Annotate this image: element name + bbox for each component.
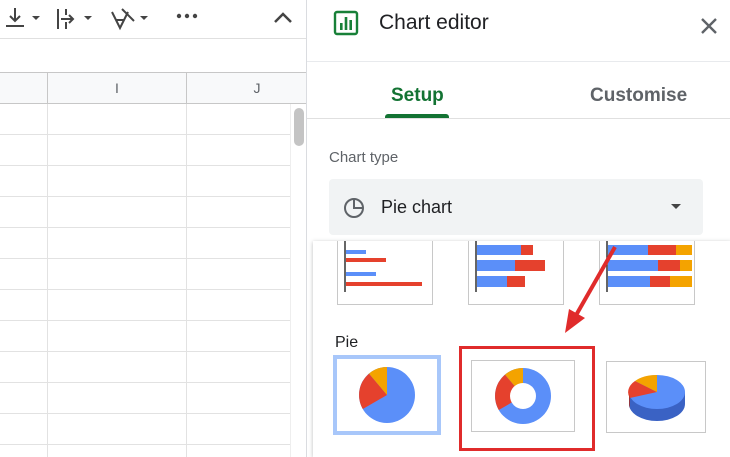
chart-type-label: Chart type: [329, 149, 399, 166]
pie-section-title: Pie: [335, 334, 359, 351]
cell-grid[interactable]: [0, 104, 290, 457]
3d-pie-chart-thumbnail: [628, 374, 685, 421]
chart-type-select[interactable]: Pie chart: [329, 179, 703, 235]
vertical-align-button[interactable]: [2, 4, 46, 34]
editor-title: Chart editor: [379, 11, 489, 34]
tab-customise[interactable]: Customise: [590, 85, 687, 107]
100-percent-stacked-bar-chart-option[interactable]: [599, 241, 695, 305]
column-header-row: I J: [0, 73, 306, 104]
stacked-bar-chart-thumbnail: [475, 241, 545, 292]
text-rotation-icon: [111, 8, 148, 31]
collapse-toolbar-button[interactable]: [268, 4, 298, 34]
pie-chart-thumbnail: [359, 367, 415, 423]
stacked-bar-chart-option[interactable]: [468, 241, 564, 305]
spreadsheet-area: I J: [0, 0, 306, 457]
text-rotation-button[interactable]: [108, 4, 154, 34]
vertical-scrollbar[interactable]: [290, 104, 306, 457]
vertical-align-icon: [6, 8, 40, 27]
text-wrap-icon: [57, 9, 92, 29]
bar-chart-thumbnail: [344, 241, 422, 292]
pie-chart-option[interactable]: [333, 355, 441, 435]
chart-editor-panel: Chart editor Setup Customise Chart type …: [306, 0, 730, 457]
close-icon[interactable]: [695, 12, 723, 40]
more-button[interactable]: [172, 4, 202, 34]
text-wrap-button[interactable]: [52, 4, 98, 34]
column-header-i[interactable]: I: [48, 73, 187, 103]
tab-setup[interactable]: Setup: [391, 85, 444, 107]
formula-bar[interactable]: [0, 39, 306, 73]
editor-tabs: Setup Customise: [307, 63, 730, 119]
pie-chart-icon: [344, 198, 364, 218]
doughnut-highlight-box: [459, 346, 595, 451]
chevron-down-icon: [671, 204, 681, 209]
column-header-j[interactable]: J: [187, 73, 306, 103]
active-tab-indicator: [385, 114, 449, 118]
selected-chart-type: Pie chart: [381, 197, 453, 217]
bar-chart-option[interactable]: [337, 241, 433, 305]
scrollbar-thumb[interactable]: [294, 108, 304, 146]
3d-pie-chart-option[interactable]: [606, 361, 706, 433]
more-icon: [176, 13, 198, 19]
column-header[interactable]: [0, 73, 48, 103]
chart-type-dropdown: Pie: [313, 241, 730, 457]
chart-icon: [333, 10, 359, 36]
editor-header: Chart editor: [307, 0, 730, 62]
collapse-icon: [274, 12, 292, 23]
sheet-toolbar: [0, 0, 306, 39]
percent-stacked-bar-chart-thumbnail: [606, 241, 692, 292]
